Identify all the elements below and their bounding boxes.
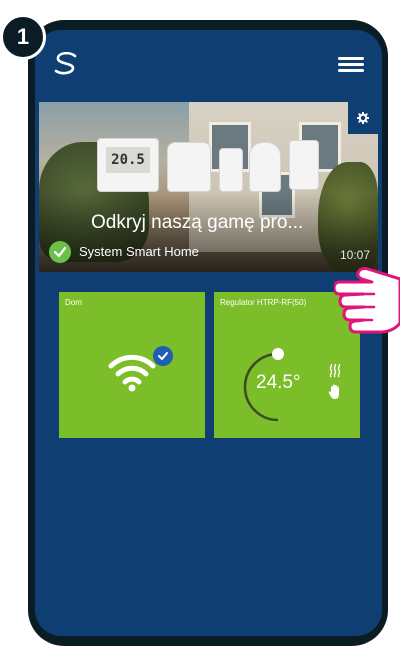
manual-mode-hand-icon bbox=[328, 384, 339, 399]
banner-subtitle: System Smart Home bbox=[79, 244, 199, 259]
tile-label: Dom bbox=[65, 298, 82, 307]
syncro-logo-icon bbox=[54, 52, 77, 75]
gateway-device-image bbox=[167, 142, 211, 192]
hamburger-menu-icon[interactable] bbox=[338, 57, 364, 73]
plug-device-image bbox=[219, 148, 243, 192]
step-number: 1 bbox=[16, 24, 30, 49]
check-icon bbox=[49, 241, 71, 263]
verified-check-icon bbox=[153, 346, 173, 366]
tile-label: Regulator HTRP-RF(50) bbox=[220, 298, 307, 307]
gear-icon[interactable] bbox=[348, 102, 378, 134]
promo-banner[interactable]: 20.5 Odkryj naszą gamę pro... System Sma… bbox=[39, 102, 378, 272]
banner-title: Odkryj naszą gamę pro... bbox=[91, 212, 304, 233]
thermostat-device-image: 20.5 bbox=[97, 138, 159, 192]
heating-icon bbox=[329, 364, 341, 378]
sensor-device-image bbox=[289, 140, 319, 190]
app-screen: 20.5 Odkryj naszą gamę pro... System Sma… bbox=[35, 30, 382, 636]
thermostat-display: 20.5 bbox=[106, 147, 150, 173]
current-temperature: 24.5° bbox=[256, 372, 301, 393]
banner-time: 10:07 bbox=[339, 248, 370, 262]
wifi-icon bbox=[108, 354, 156, 392]
pointing-hand-icon bbox=[334, 267, 400, 334]
sensor-device-image bbox=[249, 142, 281, 192]
tile-dom[interactable]: Dom bbox=[59, 292, 205, 438]
step-number-badge: 1 bbox=[0, 14, 46, 60]
